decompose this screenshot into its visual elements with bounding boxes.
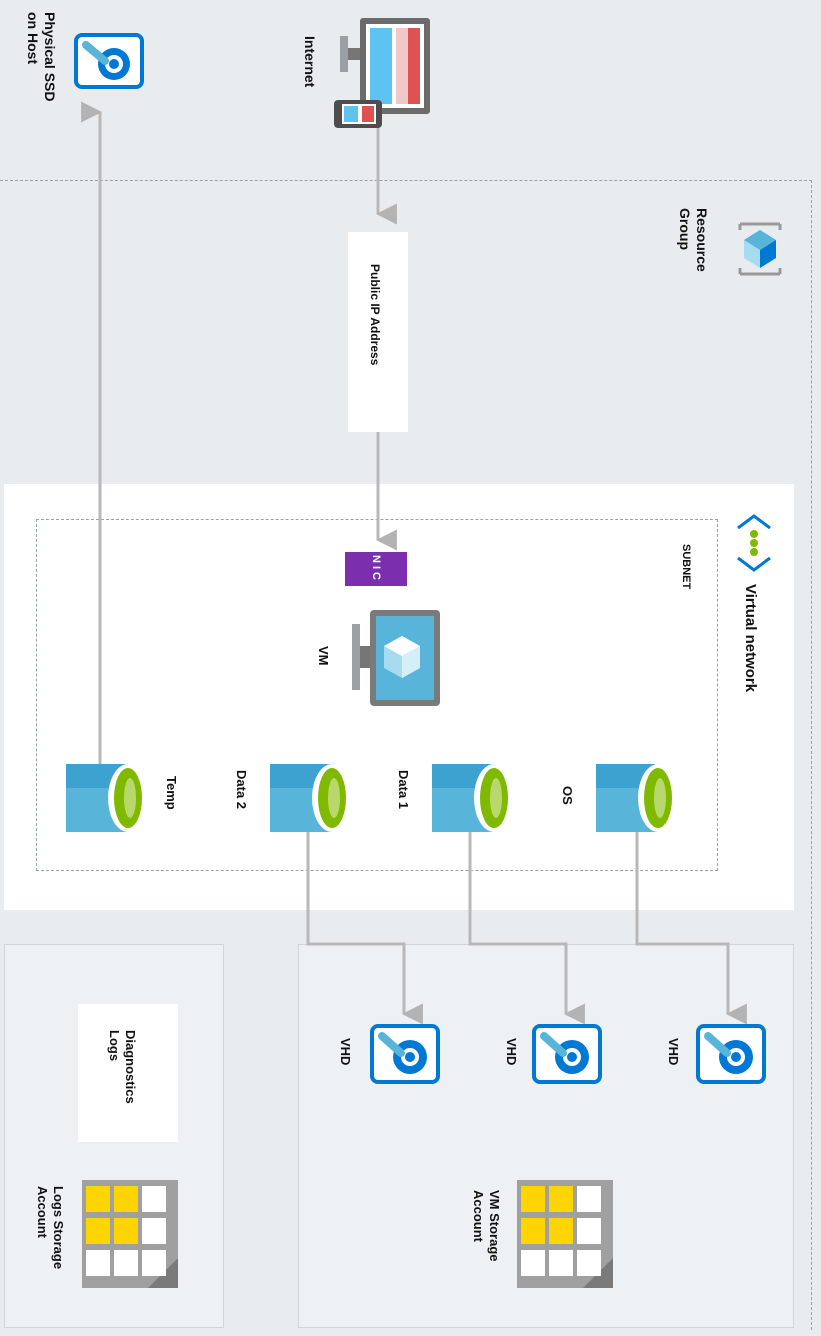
vm-icon xyxy=(350,610,442,706)
diagnostics-label-line2: Logs xyxy=(107,1030,122,1062)
vm-storage-label-line1: VM Storage xyxy=(487,1190,502,1262)
logs-storage-account-label: Logs Storage Account xyxy=(34,1186,66,1269)
resource-group-label: Resource Group xyxy=(676,208,710,272)
temp-disk-icon xyxy=(66,764,152,832)
diagnostics-label-line1: Diagnostics xyxy=(123,1030,138,1104)
data2-disk-icon xyxy=(270,764,356,832)
resource-group-label-line2: Group xyxy=(677,208,693,250)
logs-storage-account-icon xyxy=(82,1180,178,1288)
vm-label: VM xyxy=(316,646,331,666)
resource-group-label-line1: Resource xyxy=(694,208,710,272)
virtual-network-icon xyxy=(734,512,774,574)
vhd-icon-os xyxy=(696,1024,766,1084)
nic-label: NIC xyxy=(370,555,382,583)
data1-disk-icon xyxy=(432,764,518,832)
logs-storage-label-line1: Logs Storage xyxy=(51,1186,66,1270)
temp-disk-label: Temp xyxy=(164,776,179,810)
arrow-os-to-vhd xyxy=(635,832,747,1025)
physical-ssd-label: Physical SSD on Host xyxy=(24,12,58,102)
internet-icon xyxy=(330,18,434,130)
physical-ssd-icon xyxy=(74,33,144,89)
logs-storage-label-line2: Account xyxy=(35,1186,50,1238)
virtual-network-label: Virtual network xyxy=(742,584,759,693)
data1-disk-label: Data 1 xyxy=(396,770,411,810)
public-ip-label: Public IP Address xyxy=(368,264,382,366)
os-disk-label: OS xyxy=(560,786,575,805)
os-disk-icon xyxy=(596,764,682,832)
internet-label: Internet xyxy=(302,36,318,88)
vm-storage-label-line2: Account xyxy=(471,1190,486,1242)
diagnostics-logs-label: Diagnostics Logs xyxy=(106,1030,138,1104)
data2-disk-label: Data 2 xyxy=(234,770,249,810)
vm-storage-account-icon xyxy=(517,1180,613,1288)
nic-badge: NIC xyxy=(345,552,407,586)
arrow-data2-to-vhd xyxy=(306,832,423,1025)
vhd-label-data2: VHD xyxy=(338,1038,353,1066)
vhd-icon-data1 xyxy=(532,1024,602,1084)
vhd-label-os: VHD xyxy=(666,1038,681,1066)
arrow-data1-to-vhd xyxy=(468,832,585,1025)
physical-ssd-label-line2: on Host xyxy=(25,12,41,65)
resource-group-icon xyxy=(736,220,784,278)
physical-ssd-label-line1: Physical SSD xyxy=(42,12,58,102)
vm-storage-account-label: VM Storage Account xyxy=(470,1190,502,1262)
subnet-label: SUBNET xyxy=(680,544,692,590)
vhd-icon-data2 xyxy=(370,1024,440,1084)
vhd-label-data1: VHD xyxy=(504,1038,519,1066)
